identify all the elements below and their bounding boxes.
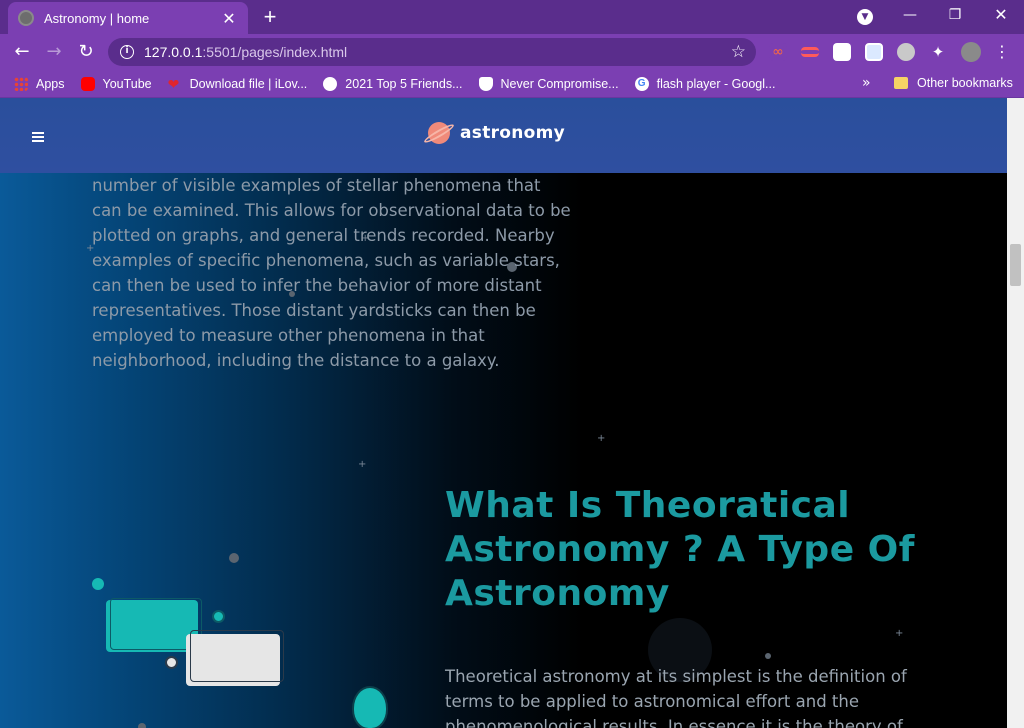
shield-icon — [478, 76, 493, 91]
other-bookmarks-label: Other bookmarks — [917, 76, 1013, 90]
theoretical-astronomy-illustration — [90, 576, 410, 728]
folder-icon — [894, 77, 908, 89]
bookmarks-bar: Apps YouTube ❤ Download file | iLov... 2… — [0, 70, 1024, 98]
tab-title: Astronomy | home — [44, 10, 150, 26]
bookmarks-overflow-button[interactable]: » — [862, 75, 871, 91]
section-body: Theoretical astronomy at its simplest is… — [445, 667, 907, 728]
google-icon: G — [634, 76, 649, 91]
intro-paragraph: number of visible examples of stellar ph… — [92, 176, 571, 370]
bookmark-label: Never Compromise... — [500, 76, 619, 91]
maximize-button[interactable]: ❐ — [935, 4, 975, 26]
url-host: 127.0.0.1 — [144, 44, 203, 60]
profile-avatar[interactable] — [961, 42, 981, 62]
other-bookmarks[interactable]: Other bookmarks — [894, 76, 1013, 90]
sparkle-icon: + — [358, 459, 367, 470]
site-info-icon[interactable]: i — [120, 45, 134, 59]
minimize-button[interactable]: — — [890, 4, 930, 26]
extension-screen-icon[interactable] — [865, 43, 883, 61]
page-scrollbar[interactable] — [1007, 98, 1024, 728]
browser-toolbar: ← → ↻ i 127.0.0.1:5501/pages/index.html … — [0, 34, 1024, 70]
bookmark-label: flash player - Googl... — [656, 76, 776, 91]
extensions-puzzle-icon[interactable]: ✦ — [929, 43, 947, 61]
url-path: :5501/pages/index.html — [202, 44, 348, 60]
bookmark-label: YouTube — [102, 76, 152, 91]
youtube-icon — [80, 76, 95, 91]
back-button[interactable]: ← — [10, 40, 34, 64]
section-title: What Is Theoratical Astronomy ? A Type O… — [445, 485, 915, 614]
tab-search-icon[interactable]: ▼ — [857, 9, 873, 25]
bookmark-top5[interactable]: 2021 Top 5 Friends... — [323, 76, 463, 91]
hamburger-menu-icon[interactable] — [32, 132, 44, 142]
extension-infinity-icon[interactable]: ∞ — [769, 43, 787, 61]
site-header: astronomy — [0, 98, 1007, 173]
page-viewport: + + + + + number of visible examples of … — [0, 98, 1007, 728]
bookmark-ilovepdf[interactable]: ❤ Download file | iLov... — [168, 77, 308, 91]
illustration-pin — [92, 578, 104, 590]
extension-equals-icon[interactable] — [801, 47, 819, 57]
scrollbar-thumb[interactable] — [1010, 244, 1021, 286]
extension-cloud-icon[interactable] — [833, 43, 851, 61]
close-window-button[interactable]: ✕ — [981, 4, 1021, 26]
illustration-person — [352, 686, 388, 728]
bookmark-youtube[interactable]: YouTube — [80, 76, 152, 91]
bookmark-label: Download file | iLov... — [189, 76, 308, 91]
bookmark-label: Apps — [36, 76, 65, 91]
sparkle-icon: + — [597, 433, 606, 444]
star-dot — [229, 553, 239, 563]
address-bar[interactable]: i 127.0.0.1:5501/pages/index.html ☆ — [108, 38, 756, 66]
logo-text: astronomy — [460, 123, 566, 143]
reload-button[interactable]: ↻ — [74, 40, 98, 64]
star-dot — [765, 653, 771, 659]
browser-menu-icon[interactable]: ⋮ — [990, 40, 1014, 64]
tab-favicon-icon — [18, 10, 34, 26]
extension-globe-icon[interactable] — [897, 43, 915, 61]
close-tab-icon[interactable]: ✕ — [220, 9, 238, 28]
bookmark-never-compromise[interactable]: Never Compromise... — [478, 76, 619, 91]
bookmark-flash-player[interactable]: G flash player - Googl... — [634, 76, 776, 91]
planet-logo-icon — [422, 121, 456, 146]
illustration-ball — [165, 656, 178, 669]
bookmark-label: 2021 Top 5 Friends... — [345, 76, 463, 91]
bookmark-apps[interactable]: Apps — [14, 76, 65, 91]
illustration-card-outline — [190, 630, 284, 682]
bookmark-star-icon[interactable]: ☆ — [731, 42, 746, 62]
browser-titlebar: Astronomy | home ✕ + ▼ — ❐ ✕ — [0, 0, 1024, 34]
apps-grid-icon — [14, 76, 28, 91]
heart-icon: ❤ — [167, 75, 180, 92]
new-tab-button[interactable]: + — [258, 5, 282, 29]
globe-icon — [323, 76, 338, 91]
browser-tab[interactable]: Astronomy | home ✕ — [8, 2, 248, 34]
sparkle-icon: + — [895, 628, 904, 639]
illustration-ball — [212, 610, 225, 623]
forward-button[interactable]: → — [42, 40, 66, 64]
site-logo[interactable]: astronomy — [422, 121, 566, 146]
